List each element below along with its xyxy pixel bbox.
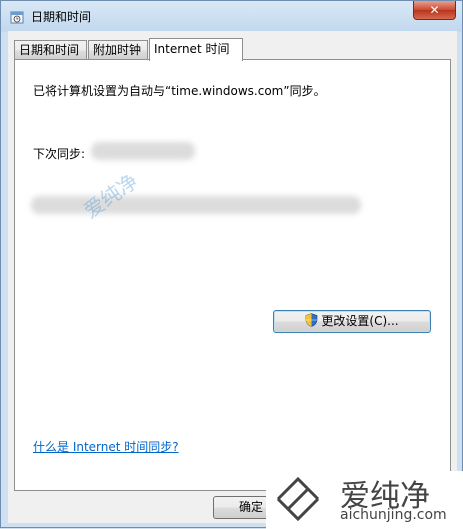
watermark-logo-icon xyxy=(276,476,320,522)
close-button[interactable]: ✕ xyxy=(413,1,456,20)
watermark-corner: 爱纯净 aichunjing.com xyxy=(266,471,463,529)
change-settings-label: 更改设置(C)... xyxy=(321,314,399,328)
dialog-client-area: 日期和时间 附加时钟 Internet 时间 已将计算机设置为自动与“time.… xyxy=(8,31,457,523)
watermark-url: aichunjing.com xyxy=(340,507,447,523)
next-sync-value-blurred xyxy=(91,142,195,160)
watermark-brand-center: 爱纯净 xyxy=(79,168,143,223)
tab-additional-clocks[interactable]: 附加时钟 xyxy=(88,40,148,60)
next-sync-label: 下次同步: xyxy=(33,147,86,161)
internet-time-panel: 已将计算机设置为自动与“time.windows.com”同步。 下次同步: 爱… xyxy=(14,59,451,491)
change-settings-button[interactable]: 更改设置(C)... xyxy=(273,310,431,333)
help-link[interactable]: 什么是 Internet 时间同步? xyxy=(33,438,179,455)
date-time-window: 日期和时间 ✕ 日期和时间 附加时钟 Internet 时间 已将计算机设置为自… xyxy=(0,0,463,529)
tab-date-time[interactable]: 日期和时间 xyxy=(14,40,87,60)
watermark-overlay: 爱纯净 xyxy=(77,166,143,224)
window-title: 日期和时间 xyxy=(31,10,92,24)
tab-internet-time[interactable]: Internet 时间 xyxy=(149,38,243,61)
shield-icon xyxy=(305,313,318,327)
clock-icon xyxy=(10,10,24,24)
title-bar[interactable]: 日期和时间 ✕ xyxy=(1,1,462,31)
sync-status-text: 已将计算机设置为自动与“time.windows.com”同步。 xyxy=(33,84,326,98)
close-icon: ✕ xyxy=(429,3,440,17)
